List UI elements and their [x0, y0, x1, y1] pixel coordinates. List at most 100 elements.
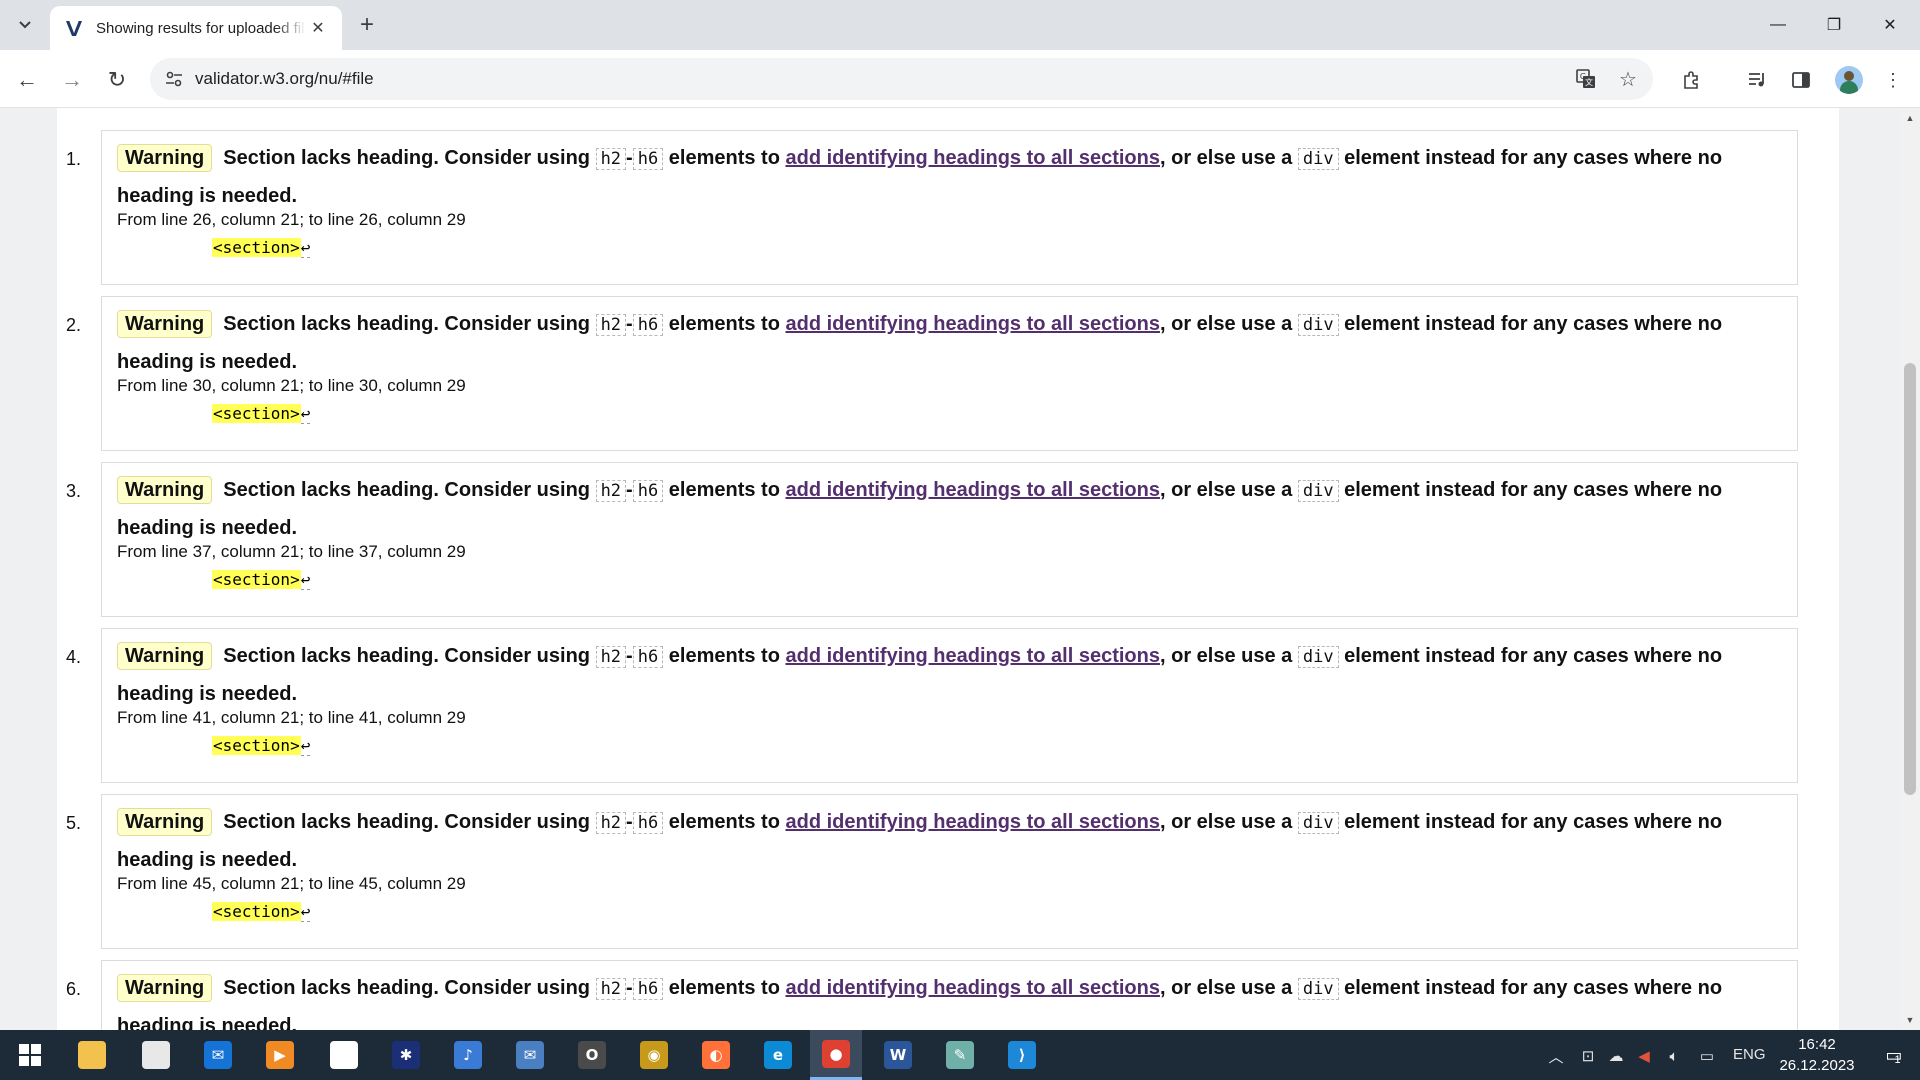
page-viewport: 1. Warning Section lacks heading. Consider…: [0, 108, 1920, 1030]
active-tab[interactable]: Showing results for uploaded file ✕: [50, 6, 342, 50]
forward-button[interactable]: →: [55, 63, 89, 97]
show-hidden-icons-icon[interactable]: ︿: [1545, 1045, 1567, 1067]
tab-close-icon[interactable]: ✕: [306, 16, 330, 40]
system-clock[interactable]: 16:42 26.12.2023: [1768, 1034, 1866, 1076]
code-extract: <section>↩: [212, 404, 1782, 424]
message-text-or-else: , or else use a: [1159, 313, 1293, 335]
warning-message: 3. Warning Section lacks heading. Consider…: [66, 462, 1798, 617]
taskbar-app-eye-app[interactable]: ◉: [628, 1030, 680, 1080]
message-text-or-else: , or else use a: [1159, 645, 1293, 667]
headings-help-link[interactable]: add identifying headings to all sections: [785, 977, 1160, 999]
more-menu-icon[interactable]: ⋮: [1876, 63, 1910, 97]
extract-highlight: <section>: [212, 570, 301, 589]
new-tab-button[interactable]: +: [352, 10, 382, 40]
warning-badge: Warning: [117, 476, 213, 504]
w3c-favicon-icon: [66, 20, 82, 36]
volume-icon[interactable]: 🔈︎: [1663, 1045, 1685, 1067]
message-text-elements: elements to: [668, 811, 780, 833]
return-icon: ↩: [300, 736, 311, 756]
network-icon[interactable]: ▭: [1696, 1045, 1718, 1067]
code-h6: h6: [632, 480, 664, 502]
minimize-button[interactable]: —: [1750, 0, 1806, 50]
edge-icon: e: [764, 1041, 792, 1069]
media-controls-icon[interactable]: [1740, 63, 1774, 97]
message-text: Warning Section lacks heading. Consider u…: [117, 638, 1782, 713]
vscode-icon: ⟩: [1008, 1041, 1036, 1069]
taskbar-app-vscode[interactable]: ⟩: [996, 1030, 1048, 1080]
back-button[interactable]: ←: [10, 63, 44, 97]
svg-text:文: 文: [1585, 77, 1593, 87]
taskbar-app-mail[interactable]: ✉: [192, 1030, 244, 1080]
close-window-button[interactable]: ✕: [1862, 0, 1918, 50]
taskbar-app-microsoft-store[interactable]: [130, 1030, 182, 1080]
message-number: 1.: [65, 149, 81, 169]
mail-icon: ✉: [204, 1041, 232, 1069]
taskbar-app-mail-client[interactable]: ✉: [504, 1030, 556, 1080]
message-text-or-else: , or else use a: [1159, 147, 1293, 169]
site-info-icon[interactable]: [157, 62, 191, 96]
address-bar[interactable]: validator.w3.org/nu/#file 文G ☆: [150, 58, 1653, 100]
extensions-icon[interactable]: [1674, 63, 1708, 97]
mail-client-icon: ✉: [516, 1041, 544, 1069]
headings-help-link[interactable]: add identifying headings to all sections: [785, 147, 1160, 169]
device-icon[interactable]: ⊡: [1577, 1045, 1599, 1067]
chrome-icon: ●: [822, 1039, 850, 1068]
code-h6: h6: [632, 148, 664, 170]
flag-icon[interactable]: ◀: [1633, 1045, 1655, 1067]
return-icon: ↩: [300, 902, 311, 922]
code-h6: h6: [632, 812, 664, 834]
start-button[interactable]: [4, 1030, 56, 1080]
url-text[interactable]: validator.w3.org/nu/#file: [195, 69, 374, 89]
action-center-icon[interactable]: ▭ 1: [1866, 1030, 1920, 1080]
tab-search-button[interactable]: [10, 10, 40, 40]
bookmark-star-icon[interactable]: ☆: [1611, 62, 1645, 96]
clock-date: 26.12.2023: [1779, 1057, 1855, 1074]
onedrive-icon[interactable]: ☁: [1605, 1045, 1627, 1067]
profile-avatar[interactable]: [1835, 66, 1863, 94]
eye-app-icon: ◉: [640, 1041, 668, 1069]
scroll-up-arrow-icon[interactable]: ▲: [1900, 110, 1920, 126]
taskbar-app-notepad[interactable]: [318, 1030, 370, 1080]
clock-time: 16:42: [1798, 1036, 1836, 1053]
taskbar-app-word[interactable]: W: [872, 1030, 924, 1080]
page-scrollbar[interactable]: ▲ ▼: [1900, 108, 1920, 1030]
browser-toolbar: ← → ↻ validator.w3.org/nu/#file 文G ☆ ⋮: [0, 50, 1920, 108]
word-icon: W: [884, 1041, 912, 1069]
code-dash: -: [626, 977, 633, 999]
notification-count: 1: [1894, 1054, 1901, 1066]
return-icon: ↩: [300, 238, 311, 258]
code-extract: <section>↩: [212, 570, 1782, 590]
headings-help-link[interactable]: add identifying headings to all sections: [785, 313, 1160, 335]
code-h2: h2: [595, 314, 627, 336]
taskbar-app-pen-app[interactable]: ✎: [934, 1030, 986, 1080]
message-list: 1. Warning Section lacks heading. Consider…: [66, 130, 1798, 1030]
scroll-thumb[interactable]: [1904, 363, 1916, 795]
headings-help-link[interactable]: add identifying headings to all sections: [785, 645, 1160, 667]
firefox-icon: ◐: [702, 1041, 730, 1069]
input-language[interactable]: ENG: [1733, 1046, 1766, 1063]
windows-taskbar: ✉ ▶ ✱ ♪ ✉ O ◉ ◐ e ● W ✎ ⟩ ︿ ⊡ ☁ ◀ 🔈︎ ▭ ENG 16:42 26.…: [0, 1030, 1920, 1080]
taskbar-app-media-player[interactable]: ▶: [254, 1030, 306, 1080]
scroll-down-arrow-icon[interactable]: ▼: [1900, 1012, 1920, 1028]
headings-help-link[interactable]: add identifying headings to all sections: [785, 479, 1160, 501]
side-panel-icon[interactable]: [1784, 63, 1818, 97]
taskbar-app-file-explorer[interactable]: [66, 1030, 118, 1080]
taskbar-app-chrome[interactable]: ●: [810, 1030, 862, 1080]
file-explorer-icon: [78, 1041, 106, 1069]
microsoft-store-icon: [142, 1041, 170, 1069]
translate-icon[interactable]: 文G: [1569, 62, 1603, 96]
message-number: 2.: [65, 315, 81, 335]
code-extract: <section>↩: [212, 736, 1782, 756]
message-text-before: Section lacks heading. Consider using: [223, 147, 590, 169]
taskbar-app-firefox[interactable]: ◐: [690, 1030, 742, 1080]
taskbar-app-edge[interactable]: e: [752, 1030, 804, 1080]
warning-badge: Warning: [117, 808, 213, 836]
code-dash: -: [626, 147, 633, 169]
reload-button[interactable]: ↻: [100, 63, 134, 97]
headings-help-link[interactable]: add identifying headings to all sections: [785, 811, 1160, 833]
taskbar-app-outlook[interactable]: O: [566, 1030, 618, 1080]
restore-button[interactable]: ❐: [1806, 0, 1862, 50]
taskbar-app-audio-app[interactable]: ♪: [442, 1030, 494, 1080]
taskbar-app-paint-app[interactable]: ✱: [380, 1030, 432, 1080]
outlook-icon: O: [578, 1041, 606, 1069]
